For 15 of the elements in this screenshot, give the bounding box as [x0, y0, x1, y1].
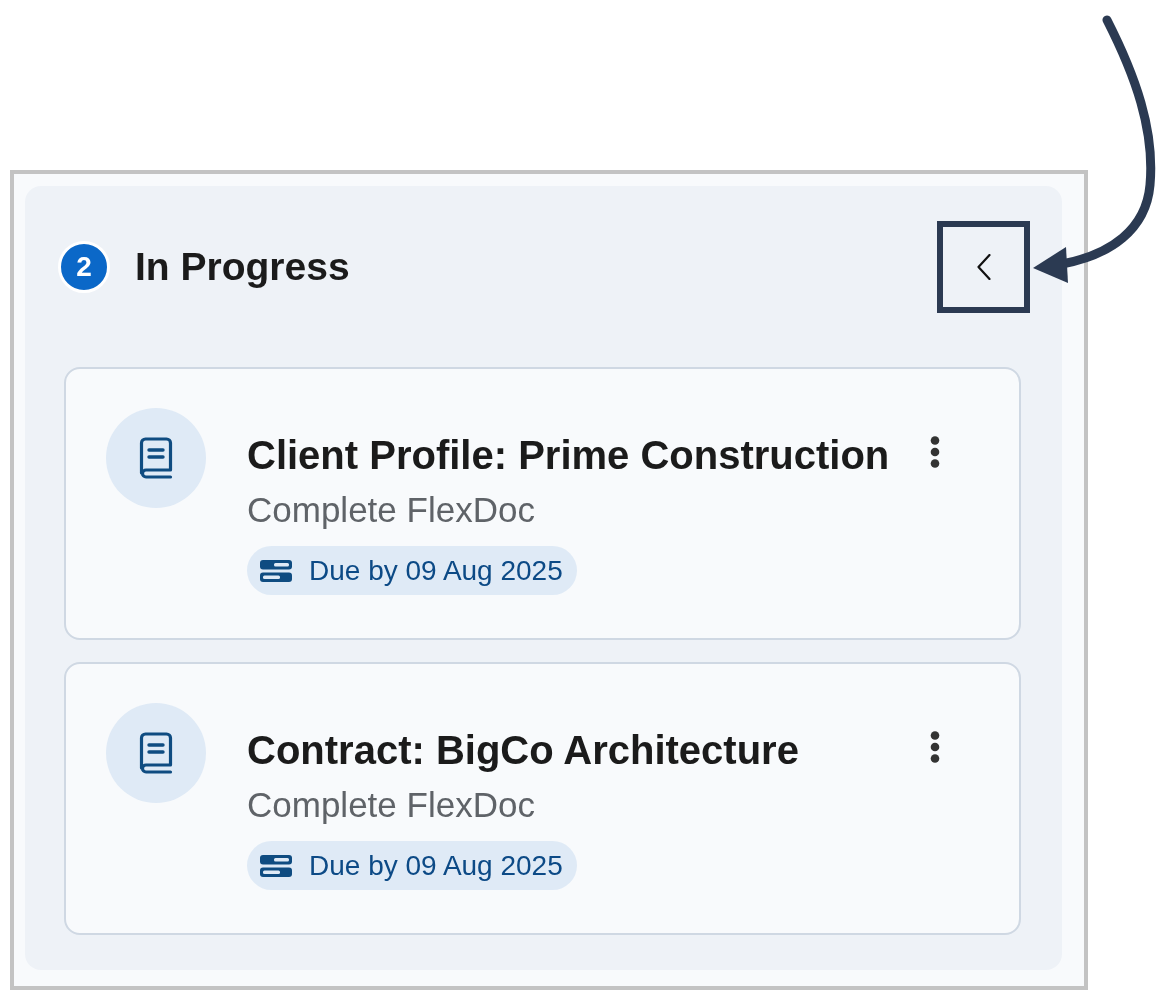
card-title: Client Profile: Prime Construction: [247, 433, 890, 477]
due-date-text: Due by 09 Aug 2025: [309, 848, 563, 883]
chevron-left-icon: [976, 254, 991, 280]
task-card[interactable]: Contract: BigCo Architecture Complete FlexDoc Due by 09 Aug 2025: [64, 662, 1021, 935]
count-badge: 2: [58, 241, 110, 293]
column-title: In Progress: [135, 244, 350, 290]
card-subtitle: Complete FlexDoc: [247, 785, 535, 825]
card-title: Contract: BigCo Architecture: [247, 728, 799, 772]
task-card[interactable]: Client Profile: Prime Construction Complete FlexDoc Due by 09 Aug 2025: [64, 367, 1021, 640]
kebab-menu-icon: [930, 731, 940, 763]
due-date-text: Due by 09 Aug 2025: [309, 553, 563, 588]
card-subtitle: Complete FlexDoc: [247, 490, 535, 530]
toggle-bars-icon: [260, 854, 292, 877]
toggle-bars-icon: [260, 559, 292, 582]
kebab-menu-icon: [930, 436, 940, 468]
